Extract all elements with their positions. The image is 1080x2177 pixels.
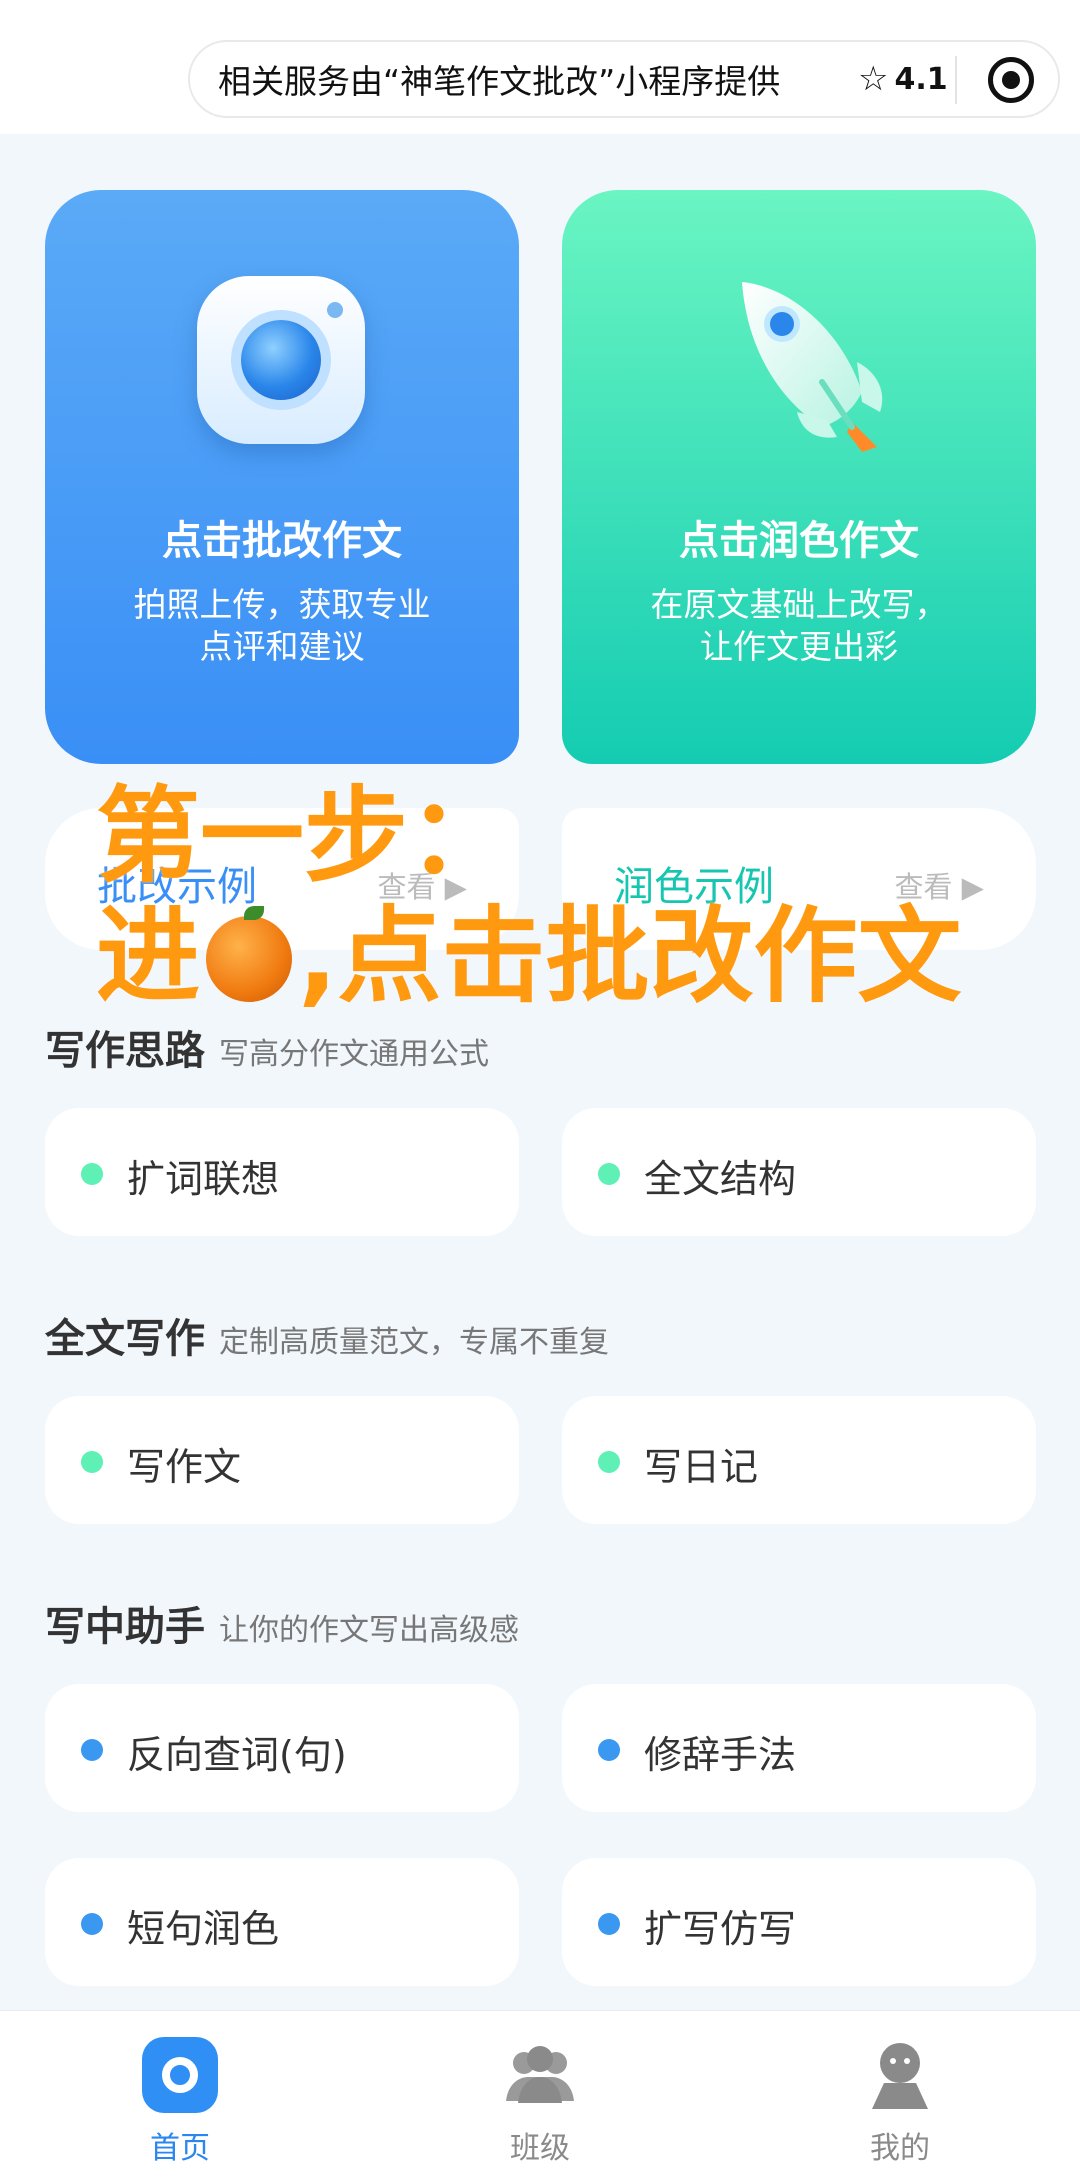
tab-profile-label: 我的 <box>870 2131 930 2166</box>
section-title-full-writing: 全文写作 定制高质量范文，专属不重复 <box>45 1316 609 1362</box>
overlay-step-text: 第一步： <box>96 775 513 897</box>
overlay-instruction-pre: 进 <box>96 895 201 1017</box>
tab-profile[interactable]: 我的 <box>820 2025 980 2166</box>
bullet-dot <box>81 1913 103 1935</box>
polish-essay-title: 点击润色作文 <box>679 518 919 564</box>
tile-label: 修辞手法 <box>644 1733 797 1777</box>
tile-label: 短句润色 <box>127 1907 280 1951</box>
tile-label: 写作文 <box>127 1445 242 1489</box>
tab-home[interactable]: 首页 <box>100 2025 260 2166</box>
bullet-dot <box>81 1163 103 1185</box>
bullet-dot <box>598 1739 620 1761</box>
home-icon <box>142 2037 218 2113</box>
close-target-icon[interactable] <box>988 57 1034 103</box>
class-icon <box>506 2046 574 2103</box>
pill-divider <box>955 56 957 104</box>
star-icon: ☆ <box>858 59 889 99</box>
service-provider-text: 相关服务由“神笔作文批改”小程序提供 <box>218 62 781 101</box>
tile-full-structure[interactable]: 全文结构 <box>562 1108 1036 1236</box>
tile-label: 全文结构 <box>644 1157 797 1201</box>
tile-label: 反向查词(句) <box>127 1733 347 1777</box>
rating-value: 4.1 <box>894 61 948 97</box>
correct-essay-card[interactable]: 点击批改作文 拍照上传，获取专业 点评和建议 <box>45 190 519 764</box>
tile-expand-imitate[interactable]: 扩写仿写 <box>562 1858 1036 1986</box>
polish-essay-desc: 在原文基础上改写， 让作文更出彩 <box>650 585 948 666</box>
mini-program-header: 相关服务由“神笔作文批改”小程序提供 ☆ 4.1 <box>0 0 1080 134</box>
overlay-instruction-post: ,点击批改作文 <box>298 895 962 1017</box>
tile-label: 写日记 <box>644 1445 759 1489</box>
tab-home-label: 首页 <box>150 2131 210 2166</box>
profile-icon <box>872 2043 928 2109</box>
rating: ☆ 4.1 <box>858 59 948 99</box>
tile-word-expansion[interactable]: 扩词联想 <box>45 1108 519 1236</box>
section-title-writing-assistant: 写中助手 让你的作文写出高级感 <box>45 1604 519 1650</box>
camera-icon <box>197 276 365 444</box>
polish-essay-card[interactable]: 点击润色作文 在原文基础上改写， 让作文更出彩 <box>562 190 1036 764</box>
tile-sentence-polish[interactable]: 短句润色 <box>45 1858 519 1986</box>
service-info-pill[interactable]: 相关服务由“神笔作文批改”小程序提供 ☆ 4.1 <box>188 40 1060 118</box>
tile-label: 扩词联想 <box>127 1157 280 1201</box>
correct-essay-title: 点击批改作文 <box>162 518 402 564</box>
overlay-instruction: 进 ,点击批改作文 <box>96 904 962 1008</box>
bullet-dot <box>81 1739 103 1761</box>
bottom-tab-bar: 首页 班级 我的 <box>0 2010 1080 2177</box>
tile-write-diary[interactable]: 写日记 <box>562 1396 1036 1524</box>
section-subtitle: 定制高质量范文，专属不重复 <box>219 1325 609 1360</box>
tile-label: 扩写仿写 <box>644 1907 797 1951</box>
tile-write-essay[interactable]: 写作文 <box>45 1396 519 1524</box>
section-subtitle: 写高分作文通用公式 <box>219 1037 489 1072</box>
bullet-dot <box>598 1163 620 1185</box>
correct-essay-desc: 拍照上传，获取专业 点评和建议 <box>133 585 431 666</box>
section-title-writing-ideas: 写作思路 写高分作文通用公式 <box>45 1028 489 1074</box>
section-subtitle: 让你的作文写出高级感 <box>219 1613 519 1648</box>
tab-class-label: 班级 <box>510 2131 570 2166</box>
bullet-dot <box>598 1913 620 1935</box>
rocket-icon <box>742 282 883 452</box>
orange-emoji-icon <box>206 906 293 1002</box>
tile-reverse-lookup[interactable]: 反向查词(句) <box>45 1684 519 1812</box>
tab-class[interactable]: 班级 <box>460 2025 620 2166</box>
tile-rhetoric[interactable]: 修辞手法 <box>562 1684 1036 1812</box>
bullet-dot <box>598 1451 620 1473</box>
bullet-dot <box>81 1451 103 1473</box>
